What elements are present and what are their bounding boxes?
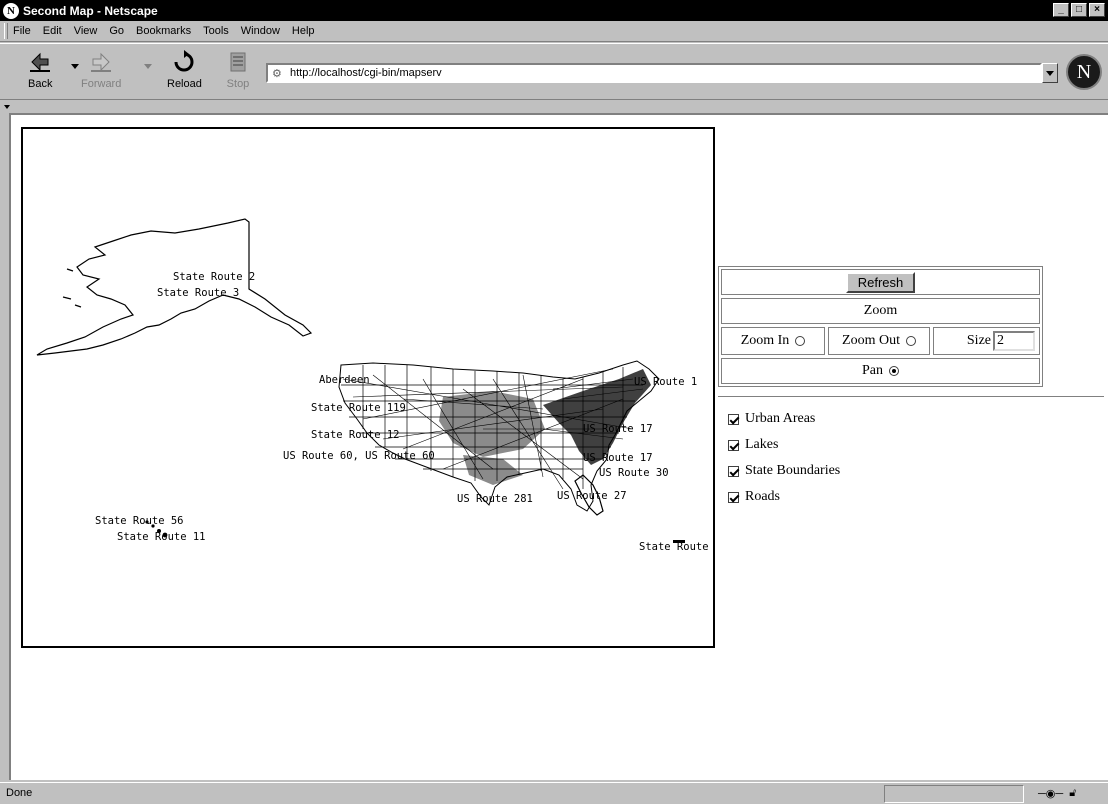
layer-label: State Boundaries xyxy=(745,463,841,478)
status-bar: Done ─◉─ 🔓︎ xyxy=(0,782,1108,804)
map-label: US Route 17 xyxy=(583,423,653,435)
progress-panel xyxy=(884,785,1024,803)
back-history-arrow[interactable] xyxy=(71,64,79,69)
map-label: State Route xyxy=(639,541,709,553)
layer-label: Urban Areas xyxy=(745,411,816,426)
forward-button[interactable]: Forward xyxy=(81,50,121,90)
central-dense-area xyxy=(439,391,545,485)
minimize-button[interactable]: _ xyxy=(1053,3,1069,17)
menu-view[interactable]: View xyxy=(74,25,98,37)
pan-label: Pan xyxy=(862,363,883,378)
zoom-heading: Zoom xyxy=(721,298,1040,324)
layer-roads[interactable]: Roads xyxy=(728,489,780,505)
menubar-grip[interactable] xyxy=(4,23,8,39)
horizontal-rule xyxy=(718,396,1104,398)
map-label: State Route 56 xyxy=(95,515,184,527)
stop-button[interactable]: Stop xyxy=(226,50,250,90)
menu-bookmarks[interactable]: Bookmarks xyxy=(136,25,191,37)
menu-edit[interactable]: Edit xyxy=(43,25,62,37)
navigation-toolbar: Back Forward Reload Stop ⚙ N xyxy=(0,43,1108,100)
lakes-checkbox[interactable] xyxy=(728,439,739,451)
map-label: US Route 27 xyxy=(557,490,627,502)
map-label: State Route 3 xyxy=(157,287,239,299)
layer-urban-areas[interactable]: Urban Areas xyxy=(728,411,815,427)
size-input[interactable] xyxy=(993,331,1035,351)
maximize-button[interactable]: □ xyxy=(1071,3,1087,17)
online-connection-icon[interactable]: ─◉─ xyxy=(1038,787,1063,800)
state-boundaries-checkbox[interactable] xyxy=(728,465,739,477)
menu-file[interactable]: File xyxy=(13,25,31,37)
window-title: Second Map - Netscape xyxy=(23,3,158,18)
status-text: Done xyxy=(6,787,33,799)
location-bar[interactable]: ⚙ xyxy=(266,63,1042,83)
pan-radio[interactable] xyxy=(889,366,899,376)
menu-go[interactable]: Go xyxy=(109,25,124,37)
page-proxy-icon[interactable]: ⚙ xyxy=(272,67,286,80)
forward-history-arrow[interactable] xyxy=(144,64,152,69)
refresh-button[interactable]: Refresh xyxy=(845,271,916,293)
page-content: State Route 2 State Route 3 US Route 1 A… xyxy=(9,113,1108,780)
menu-window[interactable]: Window xyxy=(241,25,280,37)
map-label: State Route 119 xyxy=(311,402,406,414)
title-bar: N Second Map - Netscape _ □ × xyxy=(0,0,1108,21)
size-cell: Size xyxy=(933,327,1040,355)
pan-cell[interactable]: Pan xyxy=(721,358,1040,384)
forward-arrow-icon xyxy=(89,50,113,74)
refresh-cell: Refresh xyxy=(721,269,1040,295)
map-label: US Route 17 xyxy=(583,452,653,464)
zoom-out-radio[interactable] xyxy=(905,336,916,346)
netscape-throbber-icon[interactable]: N xyxy=(1066,54,1102,90)
map-label: US Route 1 xyxy=(634,376,697,388)
netscape-app-icon: N xyxy=(3,2,19,19)
map-label: US Route 60, US Route 60 xyxy=(283,450,435,462)
reload-button[interactable]: Reload xyxy=(167,50,202,90)
layer-state-boundaries[interactable]: State Boundaries xyxy=(728,463,840,479)
url-input[interactable] xyxy=(290,67,1040,79)
map-label: State Route 2 xyxy=(173,271,255,283)
zoom-in-radio[interactable] xyxy=(795,336,806,346)
layer-lakes[interactable]: Lakes xyxy=(728,437,778,453)
menu-bar: File Edit View Go Bookmarks Tools Window… xyxy=(0,21,1108,42)
stop-icon xyxy=(226,50,250,74)
layer-label: Roads xyxy=(745,489,780,504)
layer-label: Lakes xyxy=(745,437,779,452)
roads-checkbox[interactable] xyxy=(728,491,739,503)
map-label: Aberdeen xyxy=(319,374,370,386)
zoom-in-cell[interactable]: Zoom In xyxy=(721,327,825,355)
toolbar-collapse-icon[interactable] xyxy=(4,105,10,109)
zoom-out-cell[interactable]: Zoom Out xyxy=(828,327,930,355)
security-lock-icon[interactable]: 🔓︎ xyxy=(1069,787,1076,800)
urban-areas-checkbox[interactable] xyxy=(728,413,739,425)
map-controls-table: Refresh Zoom Zoom In Zoom Out Size Pan xyxy=(718,266,1043,387)
back-label: Back xyxy=(28,78,53,90)
reload-icon xyxy=(172,50,196,74)
menu-tools[interactable]: Tools xyxy=(203,25,229,37)
close-button[interactable]: × xyxy=(1089,3,1105,17)
size-label: Size xyxy=(966,333,991,348)
back-arrow-icon xyxy=(28,50,52,74)
status-icons: ─◉─ 🔓︎ xyxy=(1038,787,1076,800)
zoom-in-label: Zoom In xyxy=(740,333,790,348)
menu-help[interactable]: Help xyxy=(292,25,315,37)
map-label: State Route 12 xyxy=(311,429,400,441)
forward-label: Forward xyxy=(81,78,122,90)
map-label: US Route 30 xyxy=(599,467,669,479)
map-label: State Route 11 xyxy=(117,531,206,543)
url-history-dropdown[interactable] xyxy=(1042,63,1058,83)
stop-label: Stop xyxy=(226,78,250,90)
window-controls: _ □ × xyxy=(1053,3,1105,17)
map-label: US Route 281 xyxy=(457,493,533,505)
back-button[interactable]: Back xyxy=(28,50,52,90)
reload-label: Reload xyxy=(167,78,202,90)
zoom-out-label: Zoom Out xyxy=(842,333,900,348)
map-image[interactable]: State Route 2 State Route 3 US Route 1 A… xyxy=(21,127,715,648)
